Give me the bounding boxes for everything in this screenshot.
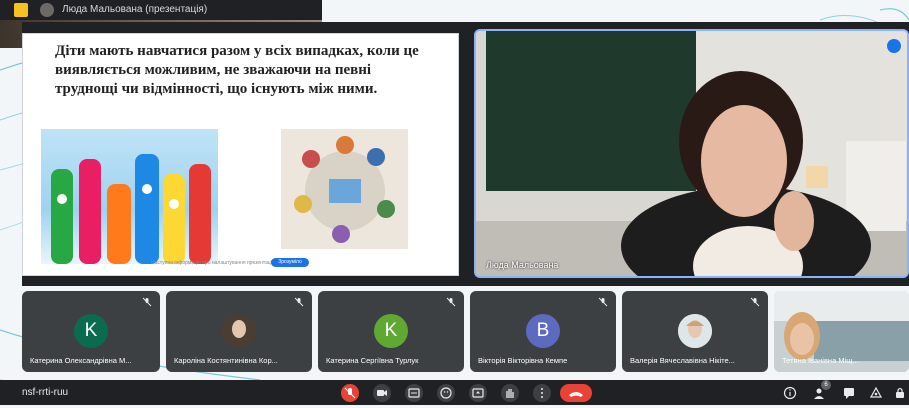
notice-text: Наступна інформація про налаштування пре… [151,260,274,266]
presenter-label: Люда Мальована (презентація) [62,4,208,15]
mic-off-icon [750,297,760,307]
shared-slide[interactable]: Діти мають навчатися разом у всіх випадк… [22,33,459,276]
painted-hands-image [41,129,218,264]
presenter-name: Люда Мальована [486,260,559,270]
avatar: B [526,314,560,348]
participant-tile[interactable]: Тетяна Іванівна Міщ... [774,291,909,372]
mic-off-icon [446,297,456,307]
avatar [40,3,54,17]
lock-icon[interactable] [893,386,907,400]
raise-hand-icon[interactable] [501,384,519,402]
info-icon[interactable] [783,386,797,400]
mic-off-icon[interactable] [341,384,359,402]
participant-tile[interactable]: K Катерина Олександрівна М... [22,291,160,372]
participant-name: Катерина Сергіївна Турлук [326,356,419,365]
avatar-photo [678,314,712,348]
participant-tile[interactable]: B Вікторія Вікторівна Кемпе [470,291,616,372]
participant-name: Катерина Олександрівна М... [30,356,132,365]
slide-text: Діти мають навчатися разом у всіх випадк… [55,43,419,97]
participant-name: Кароліна Костянтинівна Кор... [174,356,278,365]
more-options-icon[interactable] [887,39,901,53]
meeting-code: nsf-rrti-ruu [22,387,69,398]
people-count-badge: 6 [821,380,831,390]
slide-notice-bar: Наступна інформація про налаштування пре… [151,258,431,267]
camera-icon[interactable] [373,384,391,402]
presenter-video-tile[interactable]: Люда Мальована [474,29,909,278]
avatar: K [374,314,408,348]
participant-tile[interactable]: Валерія Вячеславівна Нікіте... [622,291,768,372]
presenter-video [476,31,907,276]
mic-off-icon [598,297,608,307]
presentation-icon [14,3,28,17]
end-call-icon[interactable] [560,384,592,402]
children-circle-image [281,129,408,249]
participant-tile[interactable]: Кароліна Костянтинівна Кор... [166,291,312,372]
activities-icon[interactable] [869,386,883,400]
participant-name: Тетяна Іванівна Міщ... [782,356,859,365]
more-icon[interactable] [533,384,551,402]
chat-icon[interactable] [842,386,856,400]
present-icon[interactable] [469,384,487,402]
avatar: K [74,314,108,348]
control-bar: nsf-rrti-ruu 6 [0,380,909,405]
participant-name: Вікторія Вікторівна Кемпе [478,356,568,365]
participant-name: Валерія Вячеславівна Нікіте... [630,356,735,365]
notice-ok-button[interactable]: Зрозуміло [271,258,309,267]
participant-tile[interactable]: K Катерина Сергіївна Турлук [318,291,464,372]
emoji-icon[interactable] [437,384,455,402]
avatar-photo [222,314,256,348]
mic-off-icon [294,297,304,307]
mic-off-icon [142,297,152,307]
captions-icon[interactable] [405,384,423,402]
